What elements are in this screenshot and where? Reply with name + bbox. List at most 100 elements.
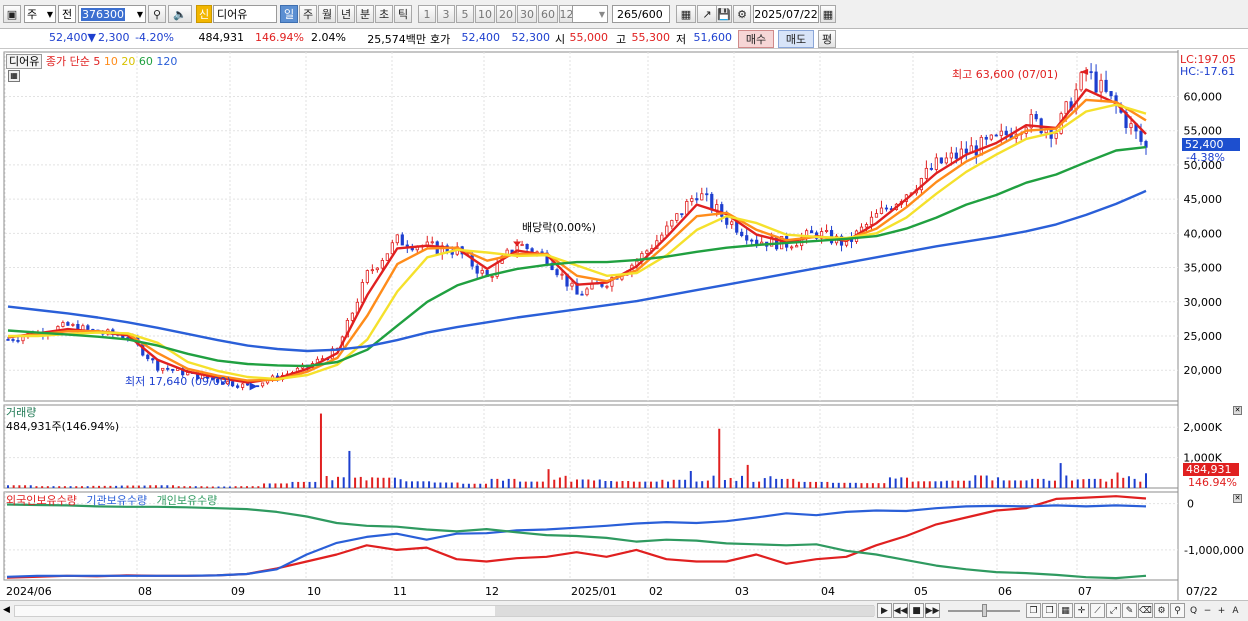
volume-bar	[906, 477, 909, 488]
minute-tab-5[interactable]: 5	[456, 5, 474, 23]
plus-icon[interactable]: +	[1214, 603, 1229, 618]
volume-pane	[7, 413, 1147, 488]
period-tab-5[interactable]: 초	[375, 5, 393, 23]
minute-tab-30[interactable]: 30	[517, 5, 537, 23]
bid-value: 52,300	[511, 31, 551, 44]
legend-stock-name[interactable]: 디어유	[6, 54, 43, 69]
stop-icon[interactable]: ■	[909, 603, 924, 618]
volume-bar	[894, 478, 897, 488]
forward-icon[interactable]: ▶▶	[925, 603, 940, 618]
volume-bar	[92, 485, 95, 488]
count-field[interactable]: 265/600	[612, 5, 670, 23]
layout-icon[interactable]: ▣	[3, 5, 21, 23]
volume-bar	[1036, 478, 1039, 488]
candle-body	[16, 340, 20, 342]
copy-icon[interactable]: ❐	[1026, 603, 1041, 618]
holder-close-icon[interactable]: ✕	[1233, 494, 1242, 503]
volume-bar	[388, 477, 391, 488]
scroll-thumb[interactable]	[495, 606, 875, 616]
minute-tab-3[interactable]: 3	[437, 5, 455, 23]
eraser-icon[interactable]: ⌫	[1138, 603, 1153, 618]
gear-icon[interactable]: ⚙	[1154, 603, 1169, 618]
high-label: 고	[616, 33, 627, 46]
stock-chart[interactable]: 20,00025,00030,00035,00040,00045,00050,0…	[0, 50, 1248, 600]
volume-bar	[940, 481, 943, 488]
minute-tab-60[interactable]: 60	[538, 5, 558, 23]
multi-chart-icon[interactable]: ▦	[676, 5, 696, 23]
minute-tab-20[interactable]: 20	[496, 5, 516, 23]
period-tab-6[interactable]: 틱	[394, 5, 412, 23]
volume-bar	[1093, 478, 1096, 488]
market-select[interactable]: 주 ▼	[24, 5, 56, 23]
volume-bar	[1088, 478, 1091, 488]
zoom-slider-handle[interactable]	[982, 604, 987, 617]
period-tab-3[interactable]: 년	[337, 5, 355, 23]
candle-body	[585, 288, 589, 296]
candle-body	[874, 213, 879, 218]
ask-value: 52,400	[461, 31, 501, 44]
scroll-left-icon[interactable]: ◀	[3, 605, 10, 615]
calculator-icon[interactable]: ▦	[8, 70, 20, 82]
volume-bar	[1019, 480, 1022, 488]
speaker-icon[interactable]: 🔈	[168, 5, 192, 23]
period-tab-4[interactable]: 분	[356, 5, 374, 23]
volume-bar	[1065, 475, 1068, 488]
volume-close-icon[interactable]: ✕	[1233, 406, 1242, 415]
save-icon[interactable]: 💾	[716, 5, 732, 23]
interval-input[interactable]: ▼	[572, 5, 608, 23]
eval-button[interactable]: 평	[818, 30, 836, 48]
x-tick-label: 06	[998, 585, 1012, 598]
legend-institution[interactable]: 기관보유수량	[86, 494, 147, 507]
auto-scale-icon[interactable]: A	[1228, 603, 1243, 618]
period-tab-0[interactable]: 일	[280, 5, 298, 23]
stock-name-field[interactable]: 디어유	[213, 5, 277, 23]
candle-body	[86, 325, 90, 330]
volume-bar	[382, 477, 385, 488]
price-tick-label: 55,000	[1184, 125, 1223, 138]
volume-bar	[661, 479, 664, 488]
grid-icon[interactable]: ▦	[1058, 603, 1073, 618]
layers-icon[interactable]: ❒	[1042, 603, 1057, 618]
volume-tick-label: 2,000K	[1183, 421, 1222, 434]
x-tick-label: 03	[735, 585, 749, 598]
buy-button[interactable]: 매수	[738, 30, 774, 48]
volume-bar	[945, 480, 948, 488]
volume-bar	[684, 479, 687, 488]
pencil-icon[interactable]: ✎	[1122, 603, 1137, 618]
rewind-icon[interactable]: ◀◀	[893, 603, 908, 618]
crosshair-icon[interactable]: ✛	[1074, 603, 1089, 618]
volume-bar	[843, 482, 846, 488]
minus-icon[interactable]: −	[1200, 603, 1215, 618]
sell-button[interactable]: 매도	[778, 30, 814, 48]
gear-icon[interactable]: ⚙	[733, 5, 751, 23]
search-icon[interactable]: ⚲	[1170, 603, 1185, 618]
draw-tool-icon[interactable]: ↗	[697, 5, 717, 23]
volume-bar	[234, 486, 237, 488]
scrollbar[interactable]	[14, 605, 875, 617]
search-icon[interactable]: ⚲	[148, 5, 166, 23]
volume-bar	[672, 479, 675, 488]
price-tick-label: 45,000	[1184, 193, 1223, 206]
legend-individual[interactable]: 개인보유수량	[157, 494, 218, 507]
legend-foreign[interactable]: 외국인보유수량	[6, 494, 77, 507]
calendar-icon[interactable]: ▦	[820, 5, 836, 23]
volume-bar	[1122, 477, 1125, 488]
volume-bar	[803, 481, 806, 488]
volume-bar	[655, 481, 658, 488]
price-legend: 디어유 종가 단순 5 10 20 60 120	[6, 53, 177, 69]
type-select[interactable]: 전	[58, 5, 76, 23]
candle-body	[809, 230, 814, 234]
line-icon[interactable]: ⟋	[1090, 603, 1105, 618]
scroll-right-icon[interactable]: ▶	[877, 603, 892, 618]
code-input[interactable]: 376300 ▼	[78, 5, 146, 23]
holder-legend: 외국인보유수량 기관보유수량 개인보유수량	[6, 492, 217, 508]
trend-icon[interactable]: ⤢	[1106, 603, 1121, 618]
date-field[interactable]: 2025/07/22	[753, 5, 819, 23]
minute-tab-1[interactable]: 1	[418, 5, 436, 23]
zoom-out-icon[interactable]: Q	[1186, 603, 1201, 618]
candle-body	[1034, 114, 1038, 120]
period-tab-2[interactable]: 월	[318, 5, 336, 23]
minute-tab-10[interactable]: 10	[475, 5, 495, 23]
volume-bar	[319, 413, 322, 488]
period-tab-1[interactable]: 주	[299, 5, 317, 23]
